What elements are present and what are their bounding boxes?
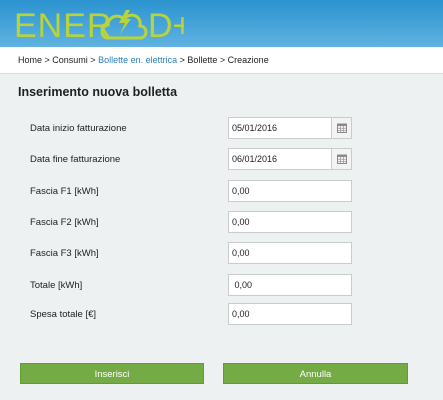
app-header: ENER D+ — [0, 0, 443, 47]
data-inizio-input[interactable]: 05/01/2016 — [228, 117, 332, 139]
annulla-button[interactable]: Annulla — [223, 363, 408, 384]
breadcrumb-bollette[interactable]: Bollette — [187, 55, 217, 65]
calendar-icon — [336, 123, 347, 133]
page-title: Inserimento nuova bolletta — [18, 85, 178, 99]
data-fine-input[interactable]: 06/01/2016 — [228, 148, 332, 170]
breadcrumb-separator: > — [87, 55, 99, 65]
label-data-fine: Data fine fatturazione — [30, 154, 121, 165]
fascia-f2-input[interactable]: 0,00 — [228, 211, 352, 233]
totale-input[interactable]: 0,00 — [228, 274, 352, 296]
label-fascia-f2: Fascia F2 [kWh] — [30, 217, 99, 228]
svg-text:D+: D+ — [148, 7, 184, 44]
label-spesa-totale: Spesa totale [€] — [30, 309, 97, 320]
breadcrumb: Home > Consumi > Bollette en. elettrica … — [18, 55, 269, 65]
svg-text:ENER: ENER — [14, 7, 112, 44]
calendar-icon — [336, 154, 347, 164]
breadcrumb-home[interactable]: Home — [18, 55, 42, 65]
data-fine-calendar-button[interactable] — [332, 148, 352, 170]
label-totale: Totale [kWh] — [30, 280, 83, 291]
breadcrumb-consumi[interactable]: Consumi — [52, 55, 88, 65]
label-data-inizio: Data inizio fatturazione — [30, 123, 127, 134]
enercloud-logo: ENER D+ — [14, 7, 184, 44]
data-inizio-calendar-button[interactable] — [332, 117, 352, 139]
spesa-totale-input[interactable]: 0,00 — [228, 303, 352, 325]
breadcrumb-bollette-elettrica[interactable]: Bollette en. elettrica — [98, 55, 177, 65]
inserisci-button[interactable]: Inserisci — [20, 363, 204, 384]
breadcrumb-separator: > — [42, 55, 53, 65]
breadcrumb-separator: > — [177, 55, 188, 65]
fascia-f1-input[interactable]: 0,00 — [228, 180, 352, 202]
breadcrumb-separator: > — [217, 55, 228, 65]
breadcrumb-creazione: Creazione — [227, 55, 269, 65]
label-fascia-f1: Fascia F1 [kWh] — [30, 186, 99, 197]
fascia-f3-input[interactable]: 0,00 — [228, 242, 352, 264]
label-fascia-f3: Fascia F3 [kWh] — [30, 248, 99, 259]
